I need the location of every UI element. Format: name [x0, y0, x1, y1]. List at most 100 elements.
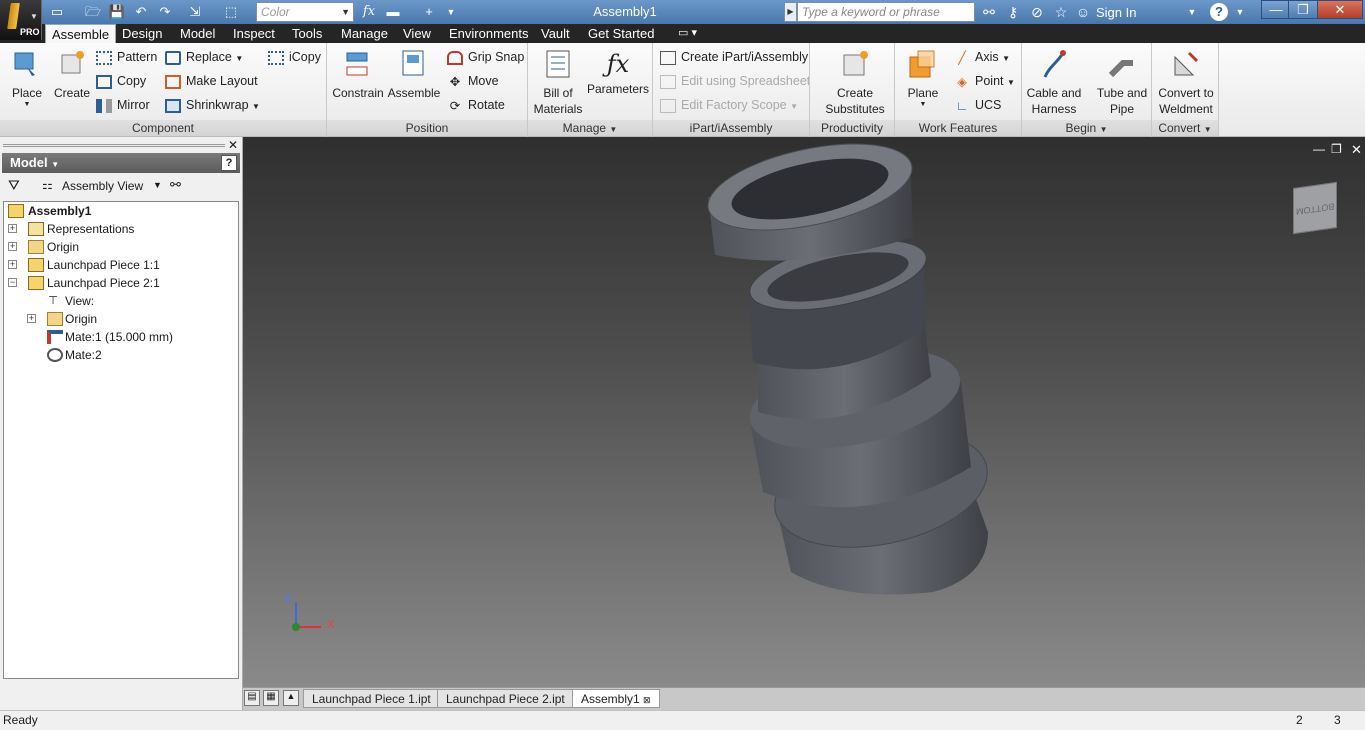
assemble-button[interactable]: Assemble: [387, 47, 441, 101]
grip-snap-button[interactable]: Grip Snap: [447, 47, 524, 67]
graphics-viewport[interactable]: — ❐ ✕ BOTTOM Z X: [243, 137, 1365, 687]
open-folder-icon[interactable]: 🗁: [84, 3, 102, 21]
restore-icon[interactable]: ❐: [1288, 0, 1318, 19]
mirror-button[interactable]: Mirror: [96, 95, 150, 115]
application-menu-button[interactable]: PRO ▼: [0, 0, 42, 40]
make-layout-label: Make Layout: [186, 74, 258, 88]
parameters-button[interactable]: ƒx Parameters: [586, 47, 650, 97]
chevron-down-icon[interactable]: ▼: [1183, 3, 1201, 21]
make-layout-button[interactable]: Make Layout: [165, 71, 258, 91]
plane-button[interactable]: Plane ▼: [900, 47, 946, 109]
assembly-model[interactable]: [243, 137, 1365, 687]
manage-panel-title[interactable]: Manage ▼: [528, 120, 652, 136]
constrain-icon: [346, 52, 368, 76]
tab-model[interactable]: Model: [174, 24, 221, 43]
close-browser-icon[interactable]: ✕: [228, 138, 238, 152]
expand-icon[interactable]: +: [8, 260, 17, 269]
cascade-windows-icon[interactable]: ▦: [263, 690, 279, 706]
expand-icon[interactable]: +: [27, 314, 36, 323]
redo-icon[interactable]: ↷: [156, 3, 174, 21]
edit-spreadsheet-button[interactable]: Edit using Spreadsheet: [660, 71, 810, 91]
browser-title[interactable]: Model ▼: [2, 153, 240, 173]
expand-icon[interactable]: +: [8, 224, 17, 233]
copy-button[interactable]: Copy: [96, 71, 146, 91]
help-icon[interactable]: ?: [1210, 3, 1228, 21]
position-panel-title: Position: [327, 120, 527, 136]
tube-pipe-button[interactable]: Tube and Pipe: [1092, 47, 1152, 117]
point-button[interactable]: ◈ Point ▼: [954, 71, 1015, 91]
convert-weldment-button[interactable]: Convert to Weldment: [1154, 47, 1218, 117]
binoculars-icon[interactable]: ⚯: [980, 3, 998, 21]
create-substitutes-button[interactable]: Create Substitutes: [818, 47, 892, 117]
tab-environments[interactable]: Environments: [443, 24, 534, 43]
help-search-input[interactable]: Type a keyword or phrase: [797, 2, 975, 22]
tab-vault[interactable]: Vault: [535, 24, 576, 43]
communication-center-icon[interactable]: ⊘: [1028, 3, 1046, 21]
filter-icon[interactable]: ⛛: [8, 177, 20, 194]
collapse-icon[interactable]: −: [8, 278, 17, 287]
search-expand-icon[interactable]: ▶: [784, 2, 797, 22]
tab-manage[interactable]: Manage: [335, 24, 394, 43]
close-window-icon[interactable]: ✕: [1317, 0, 1363, 19]
axis-button[interactable]: ╱ Axis ▼: [954, 47, 1010, 67]
sign-in-link[interactable]: Sign In: [1096, 5, 1136, 20]
select-tool-icon[interactable]: ⬚: [222, 3, 240, 21]
pattern-button[interactable]: Pattern: [96, 47, 157, 67]
rotate-button[interactable]: ⟳ Rotate: [447, 95, 505, 115]
create-ipart-button[interactable]: Create iPart/iAssembly: [660, 47, 808, 67]
assembly-view-select[interactable]: Assembly View: [62, 179, 143, 193]
new-file-icon[interactable]: ▭: [48, 3, 66, 21]
create-substitutes-icon: [843, 51, 868, 76]
replace-button[interactable]: Replace ▼: [165, 47, 243, 67]
tube-pipe-icon: [1108, 60, 1133, 78]
icopy-button[interactable]: iCopy: [268, 47, 321, 67]
tab-inspect[interactable]: Inspect: [227, 24, 281, 43]
doc-tab-launchpad-piece-2[interactable]: Launchpad Piece 2.ipt: [437, 689, 574, 708]
folder-icon: [28, 240, 44, 254]
browser-grip[interactable]: [3, 144, 225, 147]
add-icon[interactable]: +: [420, 3, 438, 21]
create-component-button[interactable]: Create: [52, 47, 92, 101]
place-button[interactable]: Place ▼: [6, 47, 48, 109]
minimize-icon[interactable]: —: [1261, 0, 1291, 19]
expand-icon[interactable]: +: [8, 242, 17, 251]
save-icon[interactable]: 💾: [108, 3, 126, 21]
tab-view[interactable]: View: [397, 24, 437, 43]
doc-tab-assembly1[interactable]: Assembly1 ⊠: [572, 689, 660, 708]
rotate-icon: ⟳: [449, 98, 461, 113]
measure-icon[interactable]: ▬: [384, 3, 402, 21]
begin-panel-title[interactable]: Begin ▼: [1022, 120, 1151, 136]
chevron-down-icon[interactable]: ▼: [1231, 3, 1249, 21]
help-icon[interactable]: ?: [221, 155, 237, 171]
tab-design[interactable]: Design: [116, 24, 168, 43]
edit-factory-scope-button[interactable]: Edit Factory Scope ▼: [660, 95, 798, 115]
tab-assemble[interactable]: Assemble: [45, 24, 117, 43]
close-tab-icon[interactable]: ⊠: [643, 695, 651, 705]
ribbon-display-toggle-icon[interactable]: ▭ ▾: [672, 24, 703, 43]
part-icon: [28, 276, 44, 290]
tab-get-started[interactable]: Get Started: [582, 24, 660, 43]
user-icon[interactable]: ☺: [1074, 3, 1092, 21]
shrinkwrap-button[interactable]: Shrinkwrap ▼: [165, 95, 260, 115]
undo-icon[interactable]: ↶: [132, 3, 150, 21]
chevron-down-icon[interactable]: ▼: [153, 180, 162, 190]
convert-panel-title[interactable]: Convert ▼: [1152, 120, 1218, 136]
customize-qat-icon[interactable]: ▼: [442, 3, 460, 21]
tile-windows-icon[interactable]: ▤: [244, 690, 260, 706]
bill-of-materials-button[interactable]: Bill of Materials: [532, 47, 584, 117]
constrain-button[interactable]: Constrain: [332, 47, 384, 101]
favorites-star-icon[interactable]: ☆: [1052, 3, 1070, 21]
return-icon[interactable]: ⇲: [186, 3, 204, 21]
subscription-key-icon[interactable]: ⚷: [1004, 3, 1022, 21]
viewcube[interactable]: BOTTOM: [1293, 181, 1337, 235]
assembly-view-icon: ⚏: [42, 178, 53, 192]
document-list-icon[interactable]: ▲: [283, 690, 299, 706]
find-binoculars-icon[interactable]: ⚯: [170, 177, 181, 193]
color-override-select[interactable]: Color ▼: [256, 2, 354, 22]
move-button[interactable]: ✥ Move: [447, 71, 499, 91]
ucs-button[interactable]: ∟ UCS: [954, 95, 1002, 115]
doc-tab-launchpad-piece-1[interactable]: Launchpad Piece 1.ipt: [303, 689, 440, 708]
fx-parameters-icon[interactable]: fx: [360, 3, 378, 21]
cable-harness-button[interactable]: Cable and Harness: [1024, 47, 1084, 117]
tab-tools[interactable]: Tools: [286, 24, 328, 43]
